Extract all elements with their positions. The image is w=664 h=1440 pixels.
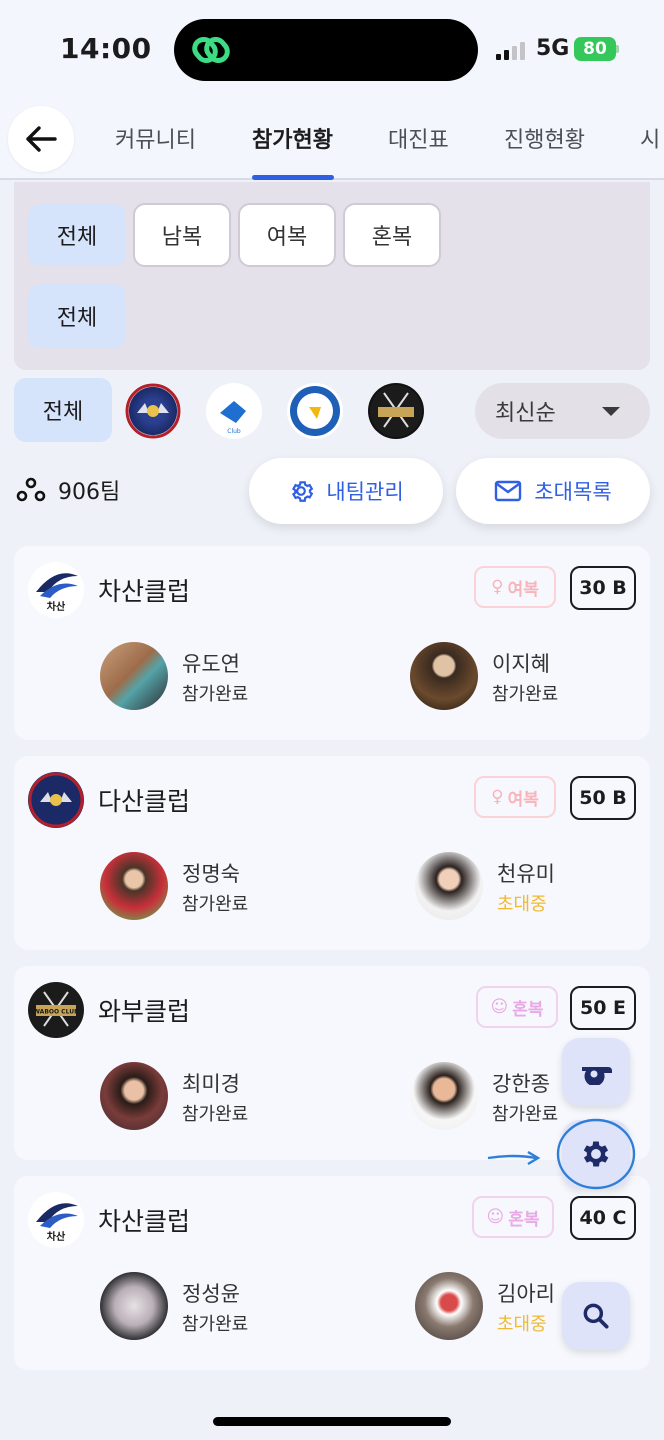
member-status: 참가완료 bbox=[182, 894, 249, 915]
whistle-button[interactable] bbox=[562, 1038, 630, 1106]
invite-list-label: 초대목록 bbox=[534, 480, 612, 504]
tab-participation[interactable]: 참가현황 bbox=[252, 122, 333, 154]
team-card[interactable]: 다산클럽 ♀ 여복 50 B 정명숙 참가완료 천유미 초대중 bbox=[14, 756, 650, 950]
female-icon: ♀ bbox=[491, 577, 504, 597]
avatar bbox=[100, 642, 168, 710]
manage-team-button[interactable]: 내팀관리 bbox=[249, 458, 443, 524]
chip-all-2[interactable]: 전체 bbox=[28, 284, 126, 348]
dynamic-island bbox=[174, 19, 478, 81]
club-logo-breezer[interactable]: Club bbox=[206, 383, 262, 439]
team-count: 906팀 bbox=[16, 474, 120, 506]
chip-womens-doubles[interactable]: 여복 bbox=[238, 203, 336, 267]
tab-next[interactable]: 시 bbox=[640, 122, 660, 154]
member-name: 정성윤 bbox=[182, 1282, 240, 1306]
team-card[interactable]: 차산 차산클럽 ♀ 여복 30 B 유도연 참가완료 이지혜 참가완료 bbox=[14, 546, 650, 740]
avatar bbox=[100, 1062, 168, 1130]
team-score: 30 B bbox=[570, 566, 636, 610]
sort-select[interactable]: 최신순 bbox=[475, 383, 650, 439]
avatar bbox=[410, 642, 478, 710]
member-status: 참가완료 bbox=[492, 684, 559, 705]
status-time: 14:00 bbox=[60, 32, 152, 65]
back-arrow-icon bbox=[26, 126, 57, 152]
home-indicator bbox=[213, 1417, 451, 1426]
club-filter-all[interactable]: 전체 bbox=[14, 378, 112, 442]
event-type-tag: ☺ 혼복 bbox=[472, 1196, 554, 1238]
team-card[interactable]: 차산 차산클럽 ☺ 혼복 40 C 정성윤 참가완료 김아리 초대중 bbox=[14, 1176, 650, 1370]
svg-text:차산: 차산 bbox=[47, 600, 66, 613]
member-name: 천유미 bbox=[497, 862, 555, 886]
search-icon bbox=[583, 1303, 609, 1329]
club-logo: 차산 bbox=[28, 1192, 84, 1248]
battery-icon: 80 bbox=[574, 37, 616, 61]
event-type-tag: ☺ 혼복 bbox=[476, 986, 558, 1028]
people-icon bbox=[16, 477, 46, 502]
avatar bbox=[415, 852, 483, 920]
member-name: 유도연 bbox=[182, 652, 240, 676]
club-name: 차산클럽 bbox=[98, 577, 191, 606]
svg-text:Club: Club bbox=[227, 428, 241, 435]
tab-progress[interactable]: 진행현황 bbox=[504, 122, 585, 154]
chip-all[interactable]: 전체 bbox=[28, 204, 126, 266]
club-name: 와부클럽 bbox=[98, 997, 191, 1026]
female-icon: ♀ bbox=[491, 787, 504, 807]
team-score: 50 B bbox=[570, 776, 636, 820]
club-logo-waboo[interactable] bbox=[368, 383, 424, 439]
back-button[interactable] bbox=[8, 106, 74, 172]
member-status: 초대중 bbox=[497, 1314, 547, 1335]
sort-value: 최신순 bbox=[495, 401, 556, 426]
chevron-down-icon bbox=[602, 407, 620, 416]
member-status: 초대중 bbox=[497, 894, 547, 915]
tab-bracket[interactable]: 대진표 bbox=[388, 122, 449, 154]
club-name: 다산클럽 bbox=[98, 787, 191, 816]
svg-text:차산: 차산 bbox=[47, 1230, 66, 1243]
team-count-label: 906팀 bbox=[58, 480, 121, 505]
club-logo-badminton[interactable] bbox=[287, 383, 343, 439]
club-name: 차산클럽 bbox=[98, 1207, 191, 1236]
event-type-tag: ♀ 여복 bbox=[474, 776, 556, 818]
chip-mixed-doubles[interactable]: 혼복 bbox=[343, 203, 441, 267]
club-logo-dasan[interactable] bbox=[125, 383, 181, 439]
signal-icon bbox=[496, 40, 525, 60]
mixed-icon: ☺ bbox=[490, 997, 509, 1017]
team-score: 50 E bbox=[570, 986, 636, 1030]
manage-team-label: 내팀관리 bbox=[326, 480, 404, 504]
member-name: 이지혜 bbox=[492, 652, 550, 676]
member-name: 강한종 bbox=[492, 1072, 550, 1096]
avatar bbox=[410, 1062, 478, 1130]
network-label: 5G bbox=[536, 36, 570, 61]
invite-list-button[interactable]: 초대목록 bbox=[456, 458, 650, 524]
whistle-icon bbox=[582, 1067, 612, 1085]
team-score: 40 C bbox=[570, 1196, 636, 1240]
svg-text:WABOO CLUB: WABOO CLUB bbox=[33, 1009, 79, 1016]
club-logo bbox=[28, 772, 84, 828]
member-name: 최미경 bbox=[182, 1072, 240, 1096]
mail-icon bbox=[495, 480, 522, 502]
link-app-icon bbox=[192, 36, 230, 64]
search-button[interactable] bbox=[562, 1282, 630, 1350]
event-type-tag: ♀ 여복 bbox=[474, 566, 556, 608]
tab-community[interactable]: 커뮤니티 bbox=[115, 122, 196, 154]
club-logo: 차산 bbox=[28, 562, 84, 618]
avatar bbox=[100, 852, 168, 920]
member-name: 김아리 bbox=[497, 1282, 555, 1306]
avatar bbox=[415, 1272, 483, 1340]
active-tab-indicator bbox=[252, 175, 334, 180]
member-status: 참가완료 bbox=[182, 684, 249, 705]
mixed-icon: ☺ bbox=[486, 1207, 505, 1227]
club-logo: WABOO CLUB bbox=[28, 982, 84, 1038]
member-status: 참가완료 bbox=[182, 1104, 249, 1125]
chip-mens-doubles[interactable]: 남복 bbox=[133, 203, 231, 267]
annotation-highlight bbox=[487, 1118, 636, 1190]
gear-icon bbox=[292, 481, 314, 502]
member-name: 정명숙 bbox=[182, 862, 240, 886]
avatar bbox=[100, 1272, 168, 1340]
member-status: 참가완료 bbox=[182, 1314, 249, 1335]
